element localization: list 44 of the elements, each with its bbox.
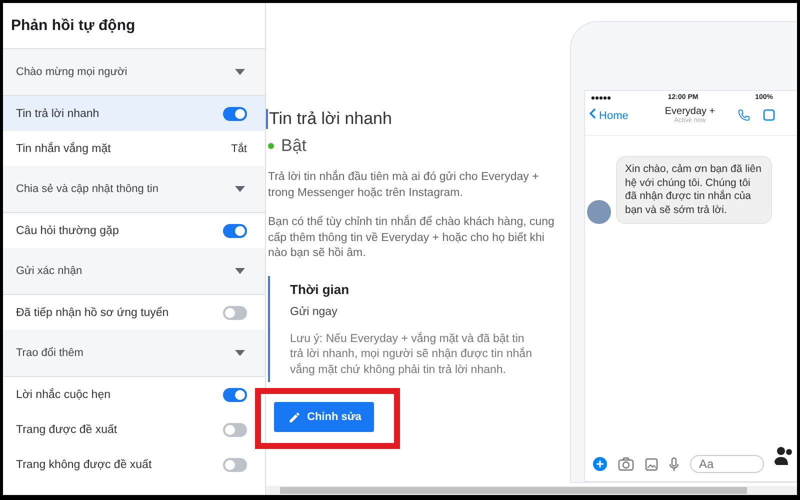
caret-icon bbox=[235, 186, 245, 192]
sidebar-item[interactable]: Lời nhắc cuộc hẹn bbox=[3, 377, 265, 412]
edit-button[interactable]: Chỉnh sửa bbox=[274, 402, 374, 432]
sidebar-item[interactable]: Tin trả lời nhanh bbox=[3, 96, 265, 131]
section-header[interactable]: Chào mừng mọi người bbox=[3, 49, 265, 96]
description-text: Bạn có thể tùy chỉnh tin nhắn để chào khách hàng, cung cấp thêm thông tin về Everyday + hoặc cho họ biết khi nào bạn sẽ hồi âm. bbox=[268, 215, 556, 261]
message-bubble: Xin chào, cảm ơn bạn đã liên hệ với chúng tôi. Chúng tôi đã nhận được tin nhắn của bạn và sẽ sớm trả lời. bbox=[616, 156, 772, 224]
camera-icon[interactable] bbox=[618, 457, 634, 471]
setting-heading: Thời gian bbox=[290, 282, 350, 296]
detail-title: Tin trả lời nhanh bbox=[266, 109, 568, 129]
toggle-switch[interactable] bbox=[223, 306, 247, 320]
toggle-switch[interactable] bbox=[223, 422, 247, 436]
setting-value: Gửi ngay bbox=[290, 306, 338, 318]
caret-icon bbox=[235, 350, 245, 356]
caret-icon bbox=[235, 268, 245, 274]
section-header[interactable]: Gửi xác nhận bbox=[3, 248, 265, 295]
toggle-switch[interactable] bbox=[223, 224, 247, 238]
sidebar-item[interactable]: Tin nhắn vắng mặt Tắt bbox=[3, 131, 265, 166]
section-header[interactable]: Trao đổi thêm bbox=[3, 330, 265, 377]
setting-note: Lưu ý: Nếu Everyday + vắng mặt và đã bật tin trả lời nhanh, mọi người sẽ nhận được tin nhắn vắng mặt chứ không phải tin trả lời nhanh. bbox=[290, 332, 533, 378]
pencil-icon bbox=[288, 410, 301, 424]
contact-name: Everyday + bbox=[664, 106, 716, 117]
scrollbar[interactable] bbox=[266, 486, 797, 495]
sidebar-item[interactable]: Trang không được đề xuất bbox=[3, 447, 265, 482]
image-icon[interactable] bbox=[645, 458, 658, 470]
phone-icon[interactable] bbox=[737, 108, 751, 122]
toggle-switch[interactable] bbox=[223, 458, 247, 472]
caret-icon bbox=[235, 69, 245, 75]
status-label: Bật bbox=[281, 136, 307, 156]
toggle-switch[interactable] bbox=[223, 106, 247, 120]
toggle-switch[interactable] bbox=[223, 388, 247, 402]
status-value: Tắt bbox=[231, 142, 247, 154]
sidebar-item[interactable]: Câu hỏi thường gặp bbox=[3, 213, 265, 248]
plus-icon[interactable] bbox=[593, 457, 607, 471]
sidebar-item[interactable]: Trang được đề xuất bbox=[3, 412, 265, 447]
description-text: Trả lời tin nhắn đầu tiên mà ai đó gửi cho Everyday + trong Messenger hoặc trên Instagram. bbox=[268, 170, 540, 200]
signal-icon bbox=[591, 96, 611, 100]
back-link[interactable]: Home bbox=[589, 108, 649, 122]
section-header[interactable]: Chia sẻ và cập nhật thông tin bbox=[3, 166, 265, 213]
sidebar-item[interactable]: Đã tiếp nhận hồ sơ ứng tuyển bbox=[3, 295, 265, 330]
message-input[interactable]: Aa bbox=[690, 455, 764, 473]
microphone-icon[interactable] bbox=[669, 456, 679, 472]
avatar bbox=[587, 200, 611, 224]
chevron-left-icon bbox=[589, 108, 596, 119]
